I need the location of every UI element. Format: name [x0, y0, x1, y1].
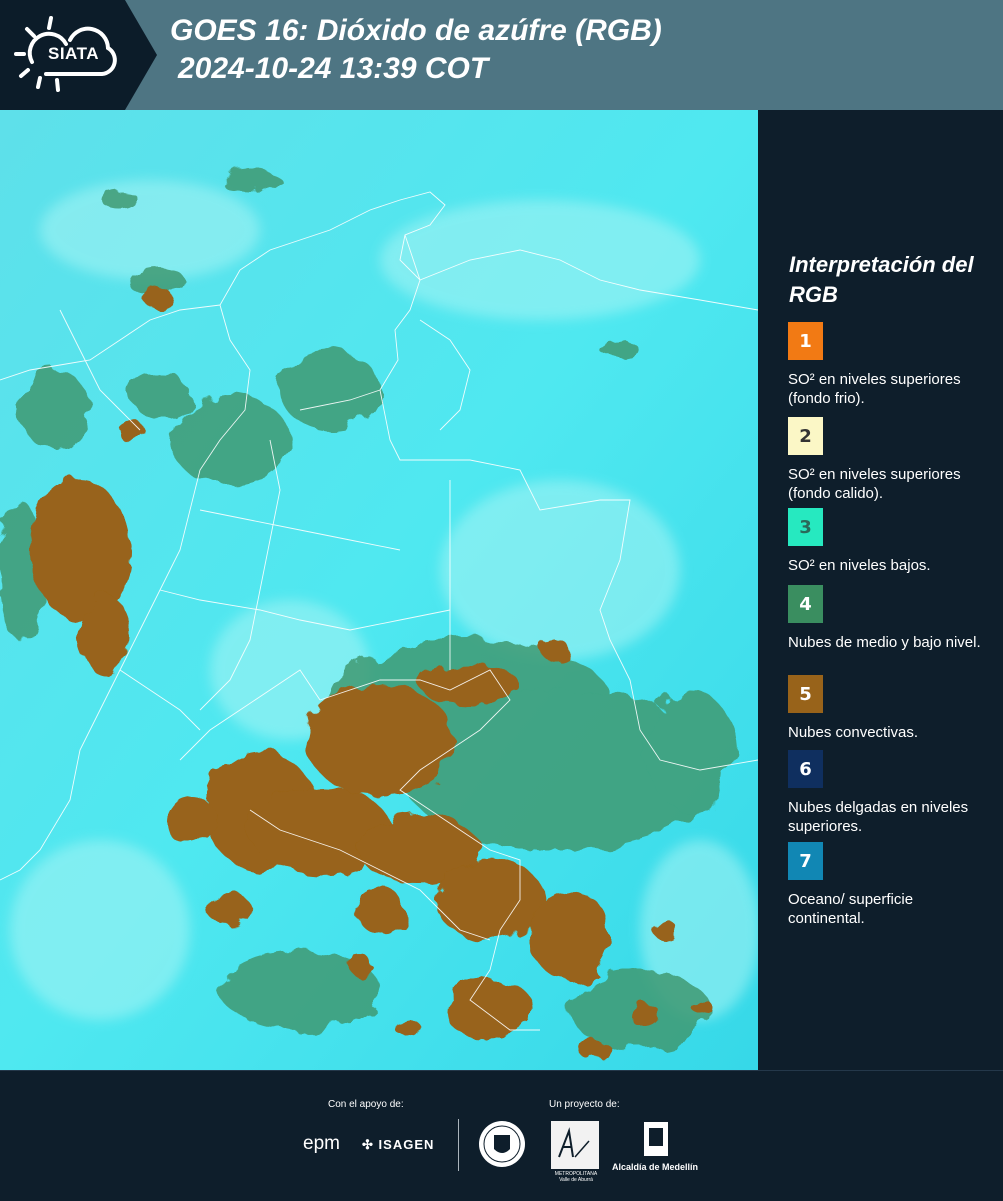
- epm-logo[interactable]: epm: [303, 1133, 340, 1155]
- area-metropolitana-logo[interactable]: [551, 1121, 599, 1169]
- legend-label: Oceano/ superficie continental.: [788, 891, 914, 927]
- legend-label: SO² en niveles bajos.: [788, 557, 931, 574]
- support-label: Con el apoyo de:: [328, 1099, 404, 1110]
- header-bar: SIATA GOES 16: Dióxido de azúfre (RGB) 2…: [0, 0, 1003, 110]
- legend-item-5: 5 Nubes convectivas.: [788, 675, 993, 742]
- logo-text: SIATA: [48, 44, 99, 63]
- legend-item-1: 1 SO² en niveles superiores (fondo frio)…: [788, 322, 993, 408]
- isagen-text: ISAGEN: [378, 1137, 435, 1152]
- page-timestamp: 2024-10-24 13:39 COT: [178, 52, 489, 85]
- legend-swatch: 6: [788, 750, 823, 788]
- isagen-icon: ✣: [362, 1137, 374, 1152]
- legend-swatch: 7: [788, 842, 823, 880]
- legend-swatch: 2: [788, 417, 823, 455]
- page-title: GOES 16: Dióxido de azúfre (RGB): [170, 14, 662, 47]
- footer-divider: [458, 1119, 459, 1171]
- legend-item-7: 7 Oceano/ superficie continental.: [788, 842, 993, 928]
- legend-label: Nubes convectivas.: [788, 724, 919, 741]
- legend-item-6: 6 Nubes delgadas en niveles superiores.: [788, 750, 993, 836]
- legend-item-3: 3 SO² en niveles bajos.: [788, 508, 993, 575]
- legend-label: Nubes delgadas en niveles superiores.: [788, 799, 969, 835]
- legend-item-4: 4 Nubes de medio y bajo nivel.: [788, 585, 993, 652]
- legend-swatch: 1: [788, 322, 823, 360]
- project-label: Un proyecto de:: [549, 1099, 620, 1110]
- legend-panel: Interpretación del RGB 1 SO² en niveles …: [758, 110, 1003, 1070]
- area-metropolitana-text: METROPOLITANA Valle de Aburrá: [554, 1171, 598, 1183]
- logo-chevron: [125, 0, 157, 110]
- siata-logo[interactable]: SIATA: [0, 0, 125, 110]
- legend-label: Nubes de medio y bajo nivel.: [788, 634, 981, 651]
- satellite-image: [0, 110, 758, 1070]
- medellin-seal-icon[interactable]: [478, 1119, 526, 1169]
- isagen-logo[interactable]: ✣ ISAGEN: [362, 1137, 434, 1153]
- legend-item-2: 2 SO² en niveles superiores (fondo calid…: [788, 417, 993, 503]
- legend-title: Interpretación del RGB: [789, 252, 974, 307]
- legend-label: SO² en niveles superiores (fondo calido)…: [788, 466, 961, 502]
- legend-swatch: 4: [788, 585, 823, 623]
- legend-swatch: 5: [788, 675, 823, 713]
- legend-swatch: 3: [788, 508, 823, 546]
- legend-label: SO² en niveles superiores (fondo frio).: [788, 371, 961, 407]
- footer: Con el apoyo de: Un proyecto de: epm ✣ I…: [0, 1070, 1003, 1201]
- alcaldia-label: Alcaldía de Medellín: [612, 1162, 699, 1172]
- alcaldia-shield-icon[interactable]: [642, 1120, 670, 1160]
